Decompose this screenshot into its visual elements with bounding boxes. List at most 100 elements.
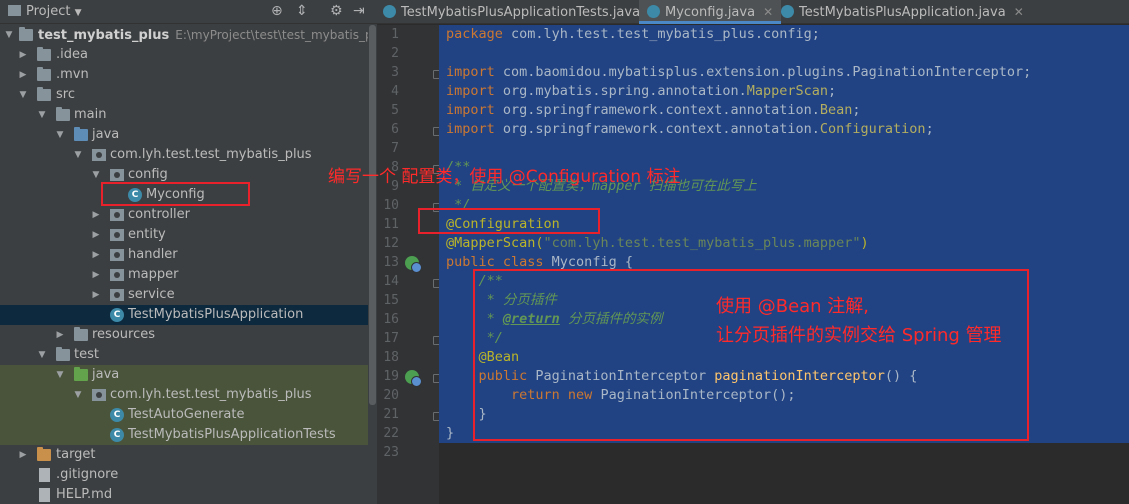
tree-item-mvn[interactable]: ▶ .mvn <box>0 65 368 85</box>
collapse-all-icon[interactable]: ⇕ <box>296 3 308 19</box>
annotation-note-configuration: 编写一个 配置类，使用 @Configuration 标注 <box>328 167 681 187</box>
line-number: 14 <box>383 274 399 289</box>
folder-icon <box>37 67 51 81</box>
tree-item-root[interactable]: ▼ test_mybatis_plus E:\myProject\test\tes… <box>0 25 377 45</box>
package-icon <box>110 269 124 281</box>
tree-item-label: TestMybatisPlusApplication <box>128 307 304 322</box>
expanded-arrow-icon[interactable]: ▼ <box>18 85 28 105</box>
expanded-arrow-icon[interactable]: ▼ <box>55 365 65 385</box>
tree-item-handler[interactable]: ▶ handler <box>0 245 368 265</box>
code-text: org.springframework.context.annotation. <box>494 121 820 137</box>
keyword: public class <box>446 254 544 270</box>
file-icon <box>39 468 50 482</box>
spring-bean-gutter-icon[interactable] <box>405 370 422 387</box>
code-line: import org.mybatis.spring.annotation.Map… <box>446 82 836 101</box>
tree-item-label: entity <box>128 227 166 242</box>
tree-item-entity[interactable]: ▶ entity <box>0 225 368 245</box>
class-icon <box>647 5 660 18</box>
excluded-folder-icon <box>37 447 51 461</box>
spring-bean-gutter-icon[interactable] <box>405 256 422 273</box>
folder-icon <box>56 107 70 121</box>
collapsed-arrow-icon[interactable]: ▶ <box>18 45 28 65</box>
collapsed-arrow-icon[interactable]: ▶ <box>91 205 101 225</box>
tree-scrollbar-thumb[interactable] <box>369 25 376 405</box>
expanded-arrow-icon[interactable]: ▼ <box>91 165 101 185</box>
collapsed-arrow-icon[interactable]: ▶ <box>55 325 65 345</box>
expanded-arrow-icon[interactable]: ▼ <box>37 105 47 125</box>
spring-boot-class-icon: C <box>110 308 124 322</box>
package-icon <box>110 209 124 221</box>
highlight-box-myconfig <box>101 182 250 206</box>
expanded-arrow-icon[interactable]: ▼ <box>73 385 83 405</box>
tree-item-test-java[interactable]: ▼ java <box>0 365 368 385</box>
tree-scrollbar[interactable] <box>368 25 377 504</box>
collapsed-arrow-icon[interactable]: ▶ <box>91 265 101 285</box>
code-text: Configuration <box>819 121 926 137</box>
tab-application[interactable]: TestMybatisPlusApplication.java ✕ <box>781 0 1024 24</box>
tree-item-test-auto-generate[interactable]: C TestAutoGenerate <box>0 405 368 425</box>
line-number: 17 <box>383 331 399 346</box>
code-line: import com.baomidou.mybatisplus.extensio… <box>446 63 1031 82</box>
tab-myconfig[interactable]: Myconfig.java ✕ <box>639 0 782 24</box>
tree-item-label: service <box>128 287 175 302</box>
expanded-arrow-icon[interactable]: ▼ <box>37 345 47 365</box>
tree-item-idea[interactable]: ▶ .idea <box>0 45 368 65</box>
collapsed-arrow-icon[interactable]: ▶ <box>91 245 101 265</box>
collapsed-arrow-icon[interactable]: ▶ <box>91 285 101 305</box>
tree-item-application[interactable]: C TestMybatisPlusApplication <box>0 305 368 325</box>
collapsed-arrow-icon[interactable]: ▶ <box>18 445 28 465</box>
close-icon[interactable]: ✕ <box>1014 5 1024 19</box>
expanded-arrow-icon[interactable]: ▼ <box>55 125 65 145</box>
line-number: 10 <box>383 198 399 213</box>
line-number: 18 <box>383 350 399 365</box>
project-tool-window: Project ▼ ⊕ ⇕ ⚙ ⇥ ▼ test_mybatis_plus E:\… <box>0 0 377 504</box>
tab-label: TestMybatisPlusApplicationTests.java <box>401 5 641 20</box>
code-text: com.baomidou.mybatisplus.extension.plugi… <box>494 64 1032 80</box>
tree-item-package[interactable]: ▼ com.lyh.test.test_mybatis_plus <box>0 145 368 165</box>
code-text: ; <box>925 121 934 137</box>
tree-item-main-java[interactable]: ▼ java <box>0 125 368 145</box>
annotation-note-bean-line2: 让分页插件的实例交给 Spring 管理 <box>716 325 1002 346</box>
tab-application-tests[interactable]: TestMybatisPlusApplicationTests.java✕ <box>383 0 658 24</box>
gear-icon[interactable]: ⚙ <box>330 3 343 19</box>
code-text: Bean <box>819 102 853 118</box>
folder-icon <box>37 87 51 101</box>
locate-target-icon[interactable]: ⊕ <box>271 3 283 19</box>
tree-item-label: controller <box>128 207 191 222</box>
package-icon <box>110 229 124 241</box>
tree-item-main[interactable]: ▼ main <box>0 105 368 125</box>
code-line: @MapperScan("com.lyh.test.test_mybatis_p… <box>446 234 869 253</box>
keyword: import <box>446 83 495 99</box>
tree-item-test-package[interactable]: ▼ com.lyh.test.test_mybatis_plus <box>0 385 368 405</box>
hide-panel-icon[interactable]: ⇥ <box>353 3 365 19</box>
line-number: 23 <box>383 445 399 460</box>
tree-item-gitignore[interactable]: .gitignore <box>0 465 368 485</box>
markdown-file-icon <box>39 488 50 502</box>
code-line: package com.lyh.test.test_mybatis_plus.c… <box>446 25 820 44</box>
collapsed-arrow-icon[interactable]: ▶ <box>18 65 28 85</box>
project-view-selector[interactable]: Project ▼ <box>8 4 82 19</box>
tree-item-mapper[interactable]: ▶ mapper <box>0 265 368 285</box>
test-source-folder-icon <box>74 367 88 381</box>
tree-item-label: handler <box>128 247 178 262</box>
tab-label: Myconfig.java <box>665 5 756 20</box>
line-number: 4 <box>391 84 399 99</box>
expanded-arrow-icon[interactable]: ▼ <box>4 25 14 45</box>
tree-item-label: com.lyh.test.test_mybatis_plus <box>110 147 312 162</box>
tree-item-src[interactable]: ▼ src <box>0 85 368 105</box>
tree-item-label: .mvn <box>56 67 89 82</box>
tree-item-help-md[interactable]: HELP.md <box>0 485 368 504</box>
collapsed-arrow-icon[interactable]: ▶ <box>91 225 101 245</box>
code-text: org.mybatis.spring.annotation. <box>494 83 747 99</box>
tree-item-target[interactable]: ▶ target <box>0 445 368 465</box>
line-number: 11 <box>383 217 399 232</box>
tree-item-application-tests[interactable]: C TestMybatisPlusApplicationTests <box>0 425 368 445</box>
tree-item-controller[interactable]: ▶ controller <box>0 205 368 225</box>
code-line: } <box>446 425 455 441</box>
close-icon[interactable]: ✕ <box>763 5 773 19</box>
project-folder-icon <box>8 5 21 16</box>
expanded-arrow-icon[interactable]: ▼ <box>73 145 83 165</box>
tree-item-service[interactable]: ▶ service <box>0 285 368 305</box>
tree-item-resources[interactable]: ▶ resources <box>0 325 368 345</box>
tree-item-test[interactable]: ▼ test <box>0 345 368 365</box>
